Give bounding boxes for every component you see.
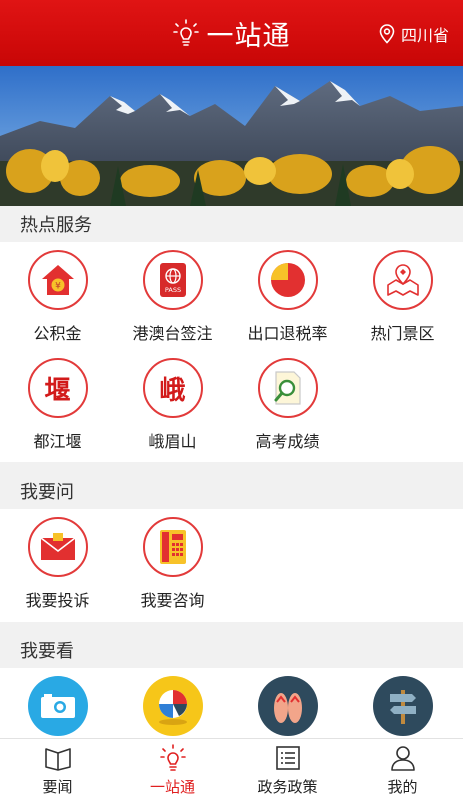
service-label: 高考成绩	[255, 432, 320, 451]
emeishan-icon: 峨	[142, 358, 203, 418]
service-export-tax-rebate[interactable]: 出口退税率	[230, 250, 345, 344]
service-label: 峨眉山	[148, 432, 197, 451]
tab-mine[interactable]: 我的	[345, 739, 460, 800]
look-item-signpost[interactable]	[345, 676, 460, 736]
service-label: 都江堰	[33, 432, 82, 451]
look-item-camera[interactable]	[0, 676, 115, 736]
ask-complaint[interactable]: 我要投诉	[0, 517, 115, 611]
location-pin-icon	[379, 24, 395, 44]
tab-label: 要闻	[42, 778, 73, 796]
signpost-icon	[372, 676, 433, 736]
envelope-icon	[27, 517, 88, 577]
look-grid	[0, 668, 463, 738]
service-label: 热门景区	[370, 324, 435, 343]
passport-badge-text: PASS	[164, 286, 180, 294]
ask-grid: 我要投诉 我要咨询	[0, 509, 463, 622]
page-title: 一站通	[206, 20, 291, 52]
tab-label: 我的	[387, 778, 418, 796]
hot-services-grid: ¥ 公积金 PASS 港澳台签注 出口退税率 热门景区 堰 都江堰 峨 峨眉山 …	[0, 242, 463, 462]
service-label: 公积金	[33, 324, 82, 343]
tab-government-policy[interactable]: 政务政策	[230, 739, 345, 800]
passport-icon: PASS	[142, 250, 203, 310]
telephone-icon	[142, 517, 203, 577]
service-exam-scores[interactable]: 高考成绩	[230, 358, 345, 452]
look-item-flipflops[interactable]	[230, 676, 345, 736]
bottom-tab-bar: 要闻 一站通 政务政策 我的	[0, 738, 463, 800]
user-icon	[390, 744, 416, 772]
section-title-hot: 热点服务	[0, 206, 463, 242]
ask-label: 我要咨询	[140, 591, 205, 610]
tab-news[interactable]: 要闻	[0, 739, 115, 800]
service-housing-fund[interactable]: ¥ 公积金	[0, 250, 115, 344]
tab-one-stop[interactable]: 一站通	[115, 739, 230, 800]
mountain-landscape-image	[0, 66, 463, 206]
banner-image[interactable]	[0, 66, 463, 206]
house-coin-icon: ¥	[27, 250, 88, 310]
service-dujiangyan[interactable]: 堰 都江堰	[0, 358, 115, 452]
service-label: 港澳台签注	[132, 324, 213, 343]
dujiangyan-icon: 堰	[27, 358, 88, 418]
app-header: 一站通 四川省	[0, 0, 463, 66]
header-title-group: 一站通	[172, 14, 291, 53]
location-selector[interactable]: 四川省	[379, 22, 449, 46]
service-hk-macao-taiwan-visa[interactable]: PASS 港澳台签注	[115, 250, 230, 344]
service-label: 出口退税率	[247, 324, 328, 343]
svg-text:¥: ¥	[55, 282, 61, 292]
tab-label: 政务政策	[257, 778, 318, 796]
lightbulb-icon	[159, 744, 186, 772]
book-icon	[44, 744, 72, 772]
beach-ball-icon	[142, 676, 203, 736]
service-emeishan[interactable]: 峨 峨眉山	[115, 358, 230, 452]
flip-flops-icon	[257, 676, 318, 736]
map-location-icon	[372, 250, 433, 310]
ask-consult[interactable]: 我要咨询	[115, 517, 230, 611]
section-title-look: 我要看	[0, 632, 463, 668]
tab-label: 一站通	[149, 778, 195, 796]
service-popular-attractions[interactable]: 热门景区	[345, 250, 460, 344]
ask-label: 我要投诉	[25, 591, 90, 610]
lightbulb-icon	[172, 19, 199, 46]
camera-icon	[27, 676, 88, 736]
document-search-icon	[257, 358, 318, 418]
look-item-beach[interactable]	[115, 676, 230, 736]
pie-chart-icon	[257, 250, 318, 310]
location-label: 四川省	[400, 26, 449, 45]
section-title-ask: 我要问	[0, 473, 463, 509]
list-icon	[275, 744, 301, 772]
